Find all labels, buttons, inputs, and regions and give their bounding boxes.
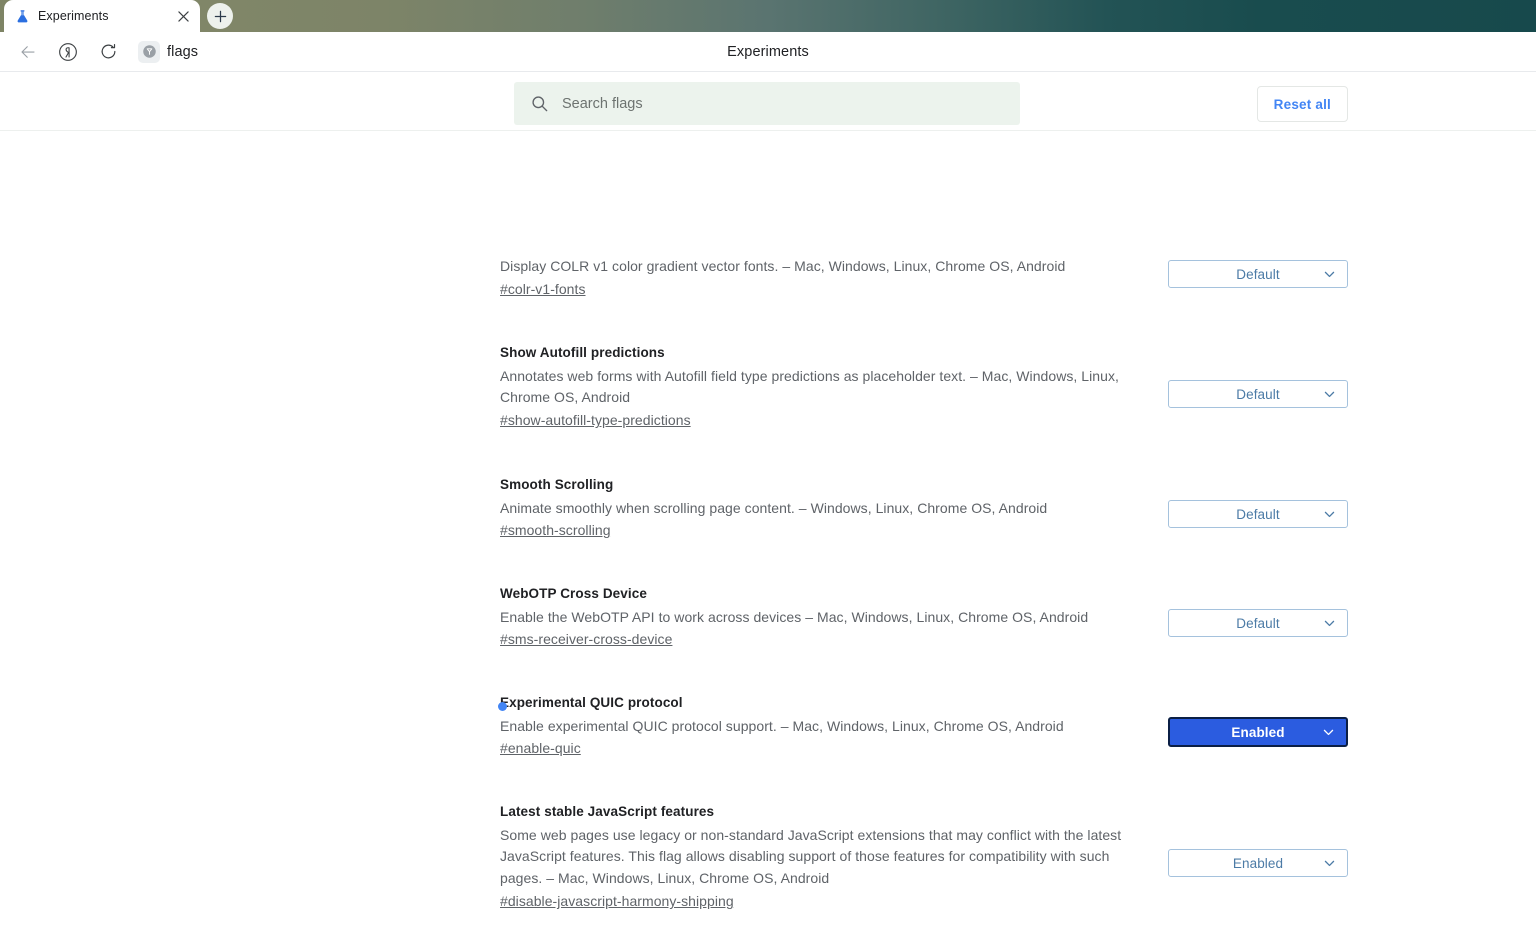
flag-state-value: Default [1236,386,1280,402]
search-flags-box[interactable] [514,82,1020,125]
back-button[interactable] [12,36,44,68]
flag-permalink[interactable]: #show-autofill-type-predictions [500,412,691,428]
flag-state-select[interactable]: Enabled [1168,849,1348,877]
flag-state-value: Default [1236,266,1280,282]
flag-state-select[interactable]: Default [1168,609,1348,637]
flag-state-value: Enabled [1232,855,1284,871]
flag-permalink[interactable]: #disable-javascript-harmony-shipping [500,893,734,909]
reload-button[interactable] [92,36,124,68]
tab-title: Experiments [38,9,109,23]
flask-icon [14,8,30,24]
address-bar[interactable]: flags [138,40,199,63]
reset-all-button[interactable]: Reset all [1256,86,1348,122]
flags-site-icon [138,40,160,63]
flag-control-wrap: Default [0,609,1536,637]
new-tab-button[interactable] [207,3,233,29]
flag-control-wrap: Default [0,500,1536,528]
flag-control-wrap: Enabled [0,849,1536,877]
flag-name: Smooth Scrolling [500,477,614,492]
flag-control-wrap: Default [0,260,1536,288]
yandex-logo-icon[interactable] [52,36,84,68]
flag-control-wrap: Enabled [0,717,1536,747]
chevron-down-icon [1323,508,1336,521]
flag-name: WebOTP Cross Device [500,586,647,601]
flag-state-select[interactable]: Default [1168,260,1348,288]
chevron-down-icon [1323,857,1336,870]
chevron-down-icon [1323,617,1336,630]
flags-list: Display COLR v1 color gradient vector fo… [0,131,1536,938]
search-input[interactable] [562,95,1004,112]
flag-state-value: Default [1236,615,1280,631]
flag-state-value: Default [1236,506,1280,522]
chevron-down-icon [1323,388,1336,401]
page-title: Experiments [727,43,809,60]
flag-state-select[interactable]: Enabled [1168,717,1348,747]
flag-name: Latest stable JavaScript features [500,804,715,819]
chevron-down-icon [1322,726,1335,739]
flag-state-select[interactable]: Default [1168,500,1348,528]
browser-toolbar: flags Experiments [0,32,1536,72]
modified-indicator-dot [498,702,507,711]
close-icon[interactable] [174,7,192,25]
flag-state-select[interactable]: Default [1168,380,1348,408]
tab-strip: Experiments [0,0,1536,32]
flag-name: Experimental QUIC protocol [500,695,683,710]
flag-state-value: Enabled [1231,724,1285,740]
search-icon [530,94,550,113]
browser-tab-experiments[interactable]: Experiments [4,0,200,32]
address-text: flags [167,43,199,60]
chevron-down-icon [1323,268,1336,281]
flag-name: Show Autofill predictions [500,345,665,360]
flag-control-wrap: Default [0,380,1536,408]
